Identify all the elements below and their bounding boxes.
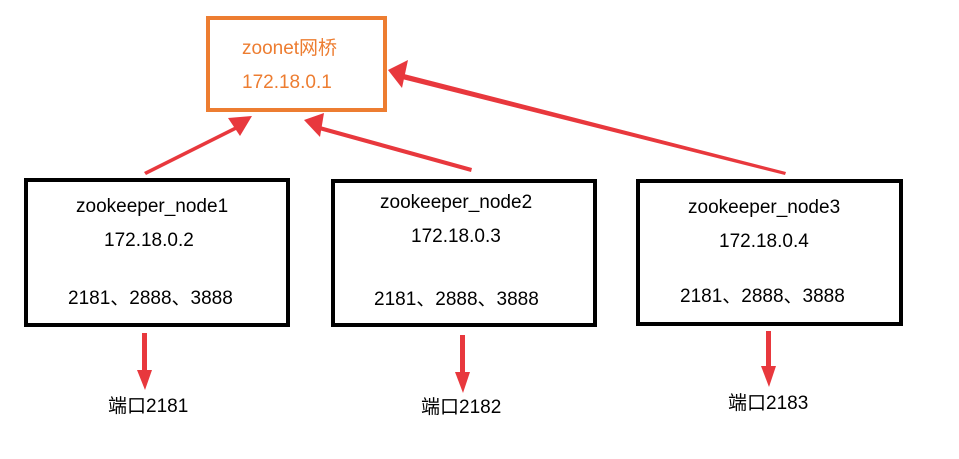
arrow-node3-to-bridge [388, 60, 786, 175]
arrow-node2-to-port [455, 335, 470, 393]
node1-ports: 2181、2888、3888 [68, 288, 233, 309]
bridge-ip: 172.18.0.1 [242, 72, 332, 93]
node3-ports: 2181、2888、3888 [680, 286, 845, 307]
node3-host-port: 端口2183 [728, 393, 809, 414]
node1-ip: 172.18.0.2 [104, 230, 194, 251]
node2-host-port: 端口2182 [421, 397, 502, 418]
network-diagram: zoonet网桥 172.18.0.1 zookeeper_node1 172.… [0, 0, 959, 459]
node1-name: zookeeper_node1 [76, 196, 229, 217]
node2-ports: 2181、2888、3888 [374, 289, 539, 310]
arrow-node2-to-bridge [304, 113, 472, 172]
arrow-node1-to-port [137, 333, 152, 390]
bridge-box [206, 16, 387, 112]
arrow-node1-to-bridge [144, 116, 252, 175]
node2-ip: 172.18.0.3 [411, 226, 501, 247]
node1-host-port: 端口2181 [108, 396, 189, 417]
bridge-name: zoonet网桥 [242, 38, 338, 59]
node2-name: zookeeper_node2 [380, 192, 533, 213]
node3-ip: 172.18.0.4 [719, 231, 809, 252]
arrow-node3-to-port [761, 331, 776, 387]
node3-name: zookeeper_node3 [688, 197, 841, 218]
